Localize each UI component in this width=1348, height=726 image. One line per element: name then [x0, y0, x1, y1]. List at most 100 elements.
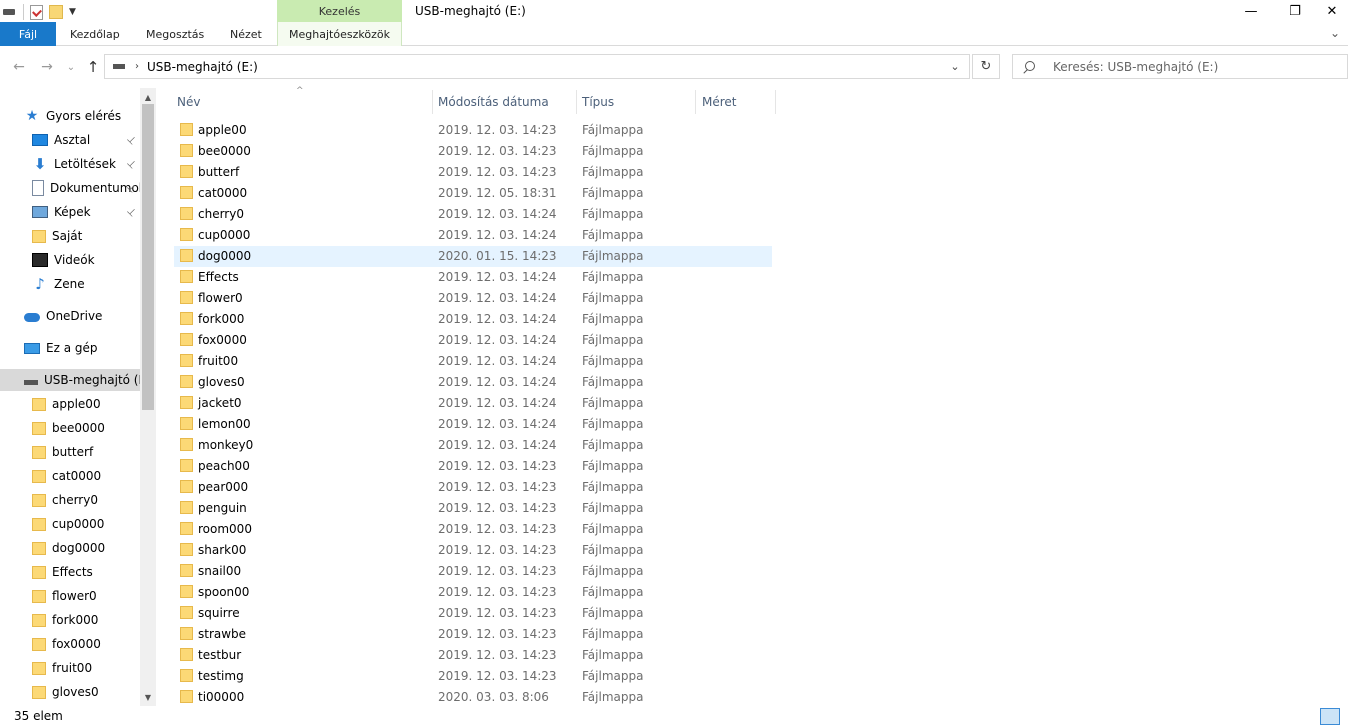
back-button[interactable]: ←	[10, 58, 28, 76]
file-name[interactable]: jacket0	[198, 396, 242, 410]
sidebar-item-folder[interactable]: butterf	[32, 441, 156, 463]
sidebar-item-usb-drive[interactable]: USB-meghajtó (E:)	[0, 369, 140, 391]
table-row[interactable]: squirre 2019. 12. 03. 14:23 Fájlmappa	[174, 603, 772, 624]
expand-ribbon-icon[interactable]: ⌄	[1330, 26, 1340, 40]
table-row[interactable]: cherry0 2019. 12. 03. 14:24 Fájlmappa	[174, 204, 772, 225]
sidebar-item-quick[interactable]: Dokumentumok ⊥	[32, 177, 156, 199]
file-name[interactable]: butterf	[198, 165, 239, 179]
sidebar-item-quick[interactable]: Videók	[32, 249, 156, 271]
sidebar-item-folder[interactable]: cup0000	[32, 513, 156, 535]
file-name[interactable]: room000	[198, 522, 252, 536]
sidebar-item-folder[interactable]: apple00	[32, 393, 156, 415]
details-view-icon[interactable]	[1320, 708, 1340, 725]
file-name[interactable]: flower0	[198, 291, 243, 305]
file-name[interactable]: testimg	[198, 669, 244, 683]
sidebar-item-onedrive[interactable]: OneDrive	[24, 305, 156, 327]
table-row[interactable]: cup0000 2019. 12. 03. 14:24 Fájlmappa	[174, 225, 772, 246]
sidebar-item-folder[interactable]: gloves0	[32, 681, 156, 703]
table-row[interactable]: apple00 2019. 12. 03. 14:23 Fájlmappa	[174, 120, 772, 141]
column-divider[interactable]	[432, 90, 433, 114]
file-name[interactable]: snail00	[198, 564, 241, 578]
properties-icon[interactable]	[30, 4, 43, 20]
table-row[interactable]: pear000 2019. 12. 03. 14:23 Fájlmappa	[174, 477, 772, 498]
table-row[interactable]: testimg 2019. 12. 03. 14:23 Fájlmappa	[174, 666, 772, 687]
breadcrumb-location[interactable]: USB-meghajtó (E:)	[147, 60, 258, 74]
file-name[interactable]: peach00	[198, 459, 250, 473]
tab-view[interactable]: Nézet	[230, 22, 262, 46]
sidebar-item-folder[interactable]: fruit00	[32, 657, 156, 679]
table-row[interactable]: penguin 2019. 12. 03. 14:23 Fájlmappa	[174, 498, 772, 519]
file-name[interactable]: dog0000	[198, 249, 251, 263]
file-name[interactable]: pear000	[198, 480, 248, 494]
tab-share[interactable]: Megosztás	[146, 22, 204, 46]
customize-toolbar-icon[interactable]: ▼	[69, 7, 76, 17]
file-name[interactable]: ti00000	[198, 690, 244, 704]
tab-file[interactable]: Fájl	[0, 22, 56, 46]
table-row[interactable]: lemon00 2019. 12. 03. 14:24 Fájlmappa	[174, 414, 772, 435]
table-row[interactable]: Effects 2019. 12. 03. 14:24 Fájlmappa	[174, 267, 772, 288]
file-name[interactable]: testbur	[198, 648, 241, 662]
file-name[interactable]: penguin	[198, 501, 247, 515]
scroll-up-button[interactable]: ▲	[140, 89, 156, 105]
file-name[interactable]: fox0000	[198, 333, 247, 347]
table-row[interactable]: jacket0 2019. 12. 03. 14:24 Fájlmappa	[174, 393, 772, 414]
table-row[interactable]: peach00 2019. 12. 03. 14:23 Fájlmappa	[174, 456, 772, 477]
table-row[interactable]: butterf 2019. 12. 03. 14:23 Fájlmappa	[174, 162, 772, 183]
table-row[interactable]: snail00 2019. 12. 03. 14:23 Fájlmappa	[174, 561, 772, 582]
file-name[interactable]: Effects	[198, 270, 239, 284]
address-dropdown-button[interactable]: ⌄	[944, 54, 966, 79]
column-divider[interactable]	[576, 90, 577, 114]
sidebar-item-folder[interactable]: Effects	[32, 561, 156, 583]
table-row[interactable]: room000 2019. 12. 03. 14:23 Fájlmappa	[174, 519, 772, 540]
sidebar-item-this-pc[interactable]: Ez a gép	[24, 337, 156, 359]
table-row[interactable]: gloves0 2019. 12. 03. 14:24 Fájlmappa	[174, 372, 772, 393]
table-row[interactable]: shark00 2019. 12. 03. 14:23 Fájlmappa	[174, 540, 772, 561]
scroll-down-button[interactable]: ▼	[140, 689, 156, 705]
restore-button[interactable]: ❐	[1272, 0, 1318, 22]
search-input[interactable]: Keresés: USB-meghajtó (E:)	[1012, 54, 1348, 79]
column-header-name[interactable]: Név	[177, 90, 200, 114]
table-row[interactable]: cat0000 2019. 12. 05. 18:31 Fájlmappa	[174, 183, 772, 204]
file-name[interactable]: bee0000	[198, 144, 251, 158]
sidebar-item-folder[interactable]: flower0	[32, 585, 156, 607]
table-row[interactable]: flower0 2019. 12. 03. 14:24 Fájlmappa	[174, 288, 772, 309]
sidebar-item-quick-access[interactable]: ★ Gyors elérés	[24, 105, 156, 127]
sidebar-item-folder[interactable]: bee0000	[32, 417, 156, 439]
file-name[interactable]: apple00	[198, 123, 247, 137]
table-row[interactable]: ti00000 2020. 03. 03. 8:06 Fájlmappa	[174, 687, 772, 708]
column-divider[interactable]	[775, 90, 776, 114]
refresh-button[interactable]: ↻	[972, 54, 1000, 79]
table-row[interactable]: fruit00 2019. 12. 03. 14:24 Fájlmappa	[174, 351, 772, 372]
column-header-type[interactable]: Típus	[582, 90, 614, 114]
file-name[interactable]: shark00	[198, 543, 246, 557]
column-header-size[interactable]: Méret	[702, 90, 737, 114]
file-name[interactable]: strawbe	[198, 627, 246, 641]
file-name[interactable]: fruit00	[198, 354, 238, 368]
sidebar-item-quick[interactable]: Saját	[32, 225, 156, 247]
table-row[interactable]: strawbe 2019. 12. 03. 14:23 Fájlmappa	[174, 624, 772, 645]
tab-drive-tools[interactable]: Meghajtóeszközök	[277, 22, 402, 46]
table-row[interactable]: fox0000 2019. 12. 03. 14:24 Fájlmappa	[174, 330, 772, 351]
file-name[interactable]: spoon00	[198, 585, 249, 599]
sidebar-item-quick[interactable]: ⬇ Letöltések ⊥	[32, 153, 156, 175]
table-row[interactable]: monkey0 2019. 12. 03. 14:24 Fájlmappa	[174, 435, 772, 456]
new-folder-icon[interactable]	[49, 5, 63, 19]
sidebar-item-folder[interactable]: dog0000	[32, 537, 156, 559]
table-row[interactable]: dog0000 2020. 01. 15. 14:23 Fájlmappa	[174, 246, 772, 267]
sidebar-item-folder[interactable]: fork000	[32, 609, 156, 631]
table-row[interactable]: fork000 2019. 12. 03. 14:24 Fájlmappa	[174, 309, 772, 330]
recent-locations-button[interactable]: ⌄	[62, 58, 80, 76]
forward-button[interactable]: →	[38, 58, 56, 76]
column-header-modified[interactable]: Módosítás dátuma	[438, 90, 549, 114]
sidebar-item-folder[interactable]: fox0000	[32, 633, 156, 655]
file-name[interactable]: cherry0	[198, 207, 244, 221]
file-name[interactable]: cat0000	[198, 186, 247, 200]
sidebar-item-folder[interactable]: cherry0	[32, 489, 156, 511]
tab-home[interactable]: Kezdőlap	[70, 22, 120, 46]
sidebar-item-quick[interactable]: ♪ Zene	[32, 273, 156, 295]
file-name[interactable]: monkey0	[198, 438, 253, 452]
file-name[interactable]: fork000	[198, 312, 244, 326]
sidebar-item-quick[interactable]: Képek ⊥	[32, 201, 156, 223]
sidebar-item-quick[interactable]: Asztal ⊥	[32, 129, 156, 151]
up-button[interactable]: ↑	[84, 58, 102, 76]
